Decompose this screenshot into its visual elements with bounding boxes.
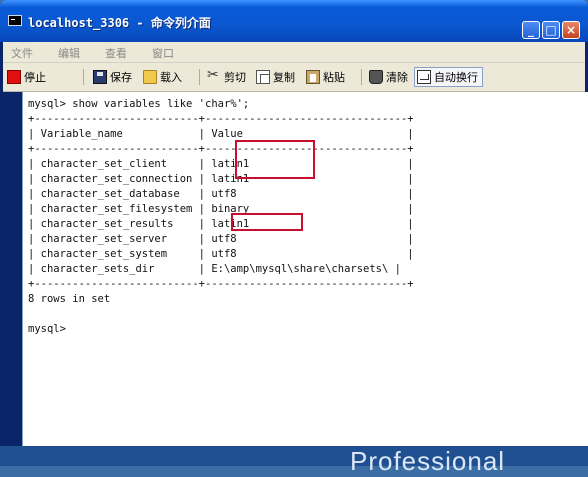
menu-view[interactable]: 查看 xyxy=(105,45,127,61)
table-header: | Variable_name | Value | xyxy=(28,128,414,140)
menu-bar: 文件 编辑 查看 窗口 xyxy=(3,42,585,63)
copy-button[interactable]: 复制 xyxy=(256,67,295,87)
clear-label: 清除 xyxy=(386,71,408,84)
prompt-line: mysql> xyxy=(28,323,66,335)
word-wrap-icon xyxy=(417,70,431,84)
table-row: | character_set_filesystem | binary | xyxy=(28,203,414,215)
save-label: 保存 xyxy=(110,71,132,84)
table-border: +--------------------------+------------… xyxy=(28,143,414,155)
toolbar-separator xyxy=(361,69,362,85)
highlight-results xyxy=(231,213,303,231)
table-row: | character_set_results | latin1 | xyxy=(28,218,414,230)
clear-button[interactable]: 清除 xyxy=(369,67,408,87)
window-title: localhost_3306 - 命令列介面 xyxy=(28,16,211,30)
table-row: | character_set_system | utf8 | xyxy=(28,248,414,260)
close-button[interactable]: × xyxy=(562,21,580,39)
desktop-watermark-text: Professional xyxy=(350,446,506,476)
highlight-client-connection xyxy=(235,140,315,179)
minimize-button[interactable]: _ xyxy=(522,21,540,39)
console-output[interactable]: mysql> show variables like 'char%'; +----… xyxy=(22,92,588,446)
table-border: +--------------------------+------------… xyxy=(28,113,414,125)
paste-button[interactable]: 粘贴 xyxy=(306,67,345,87)
console-window: localhost_3306 - 命令列介面 _ □ × 文件 编辑 查看 窗口… xyxy=(0,0,588,446)
scissors-icon xyxy=(207,67,221,84)
word-wrap-label: 自动换行 xyxy=(434,71,478,84)
summary-line: 8 rows in set xyxy=(28,293,111,305)
cut-button[interactable]: 剪切 xyxy=(207,67,246,87)
load-label: 载入 xyxy=(160,71,182,84)
table-row: | character_set_database | utf8 | xyxy=(28,188,414,200)
toolbar-separator xyxy=(199,69,200,85)
maximize-button[interactable]: □ xyxy=(542,21,560,39)
command-line: mysql> show variables like 'char%'; xyxy=(28,98,250,110)
paste-label: 粘贴 xyxy=(323,71,345,84)
copy-label: 复制 xyxy=(273,71,295,84)
left-border xyxy=(0,92,22,446)
word-wrap-toggle[interactable]: 自动换行 xyxy=(414,67,483,87)
table-row: | character_sets_dir | E:\amp\mysql\shar… xyxy=(28,263,401,275)
console-icon xyxy=(8,15,22,26)
load-button[interactable]: 载入 xyxy=(143,67,182,87)
save-icon xyxy=(93,70,107,84)
bucket-icon xyxy=(369,70,383,84)
stop-label: 停止 xyxy=(24,71,46,84)
table-border: +--------------------------+------------… xyxy=(28,278,414,290)
folder-icon xyxy=(143,70,157,84)
table-row: | character_set_client | latin1 | xyxy=(28,158,414,170)
cut-label: 剪切 xyxy=(224,71,246,84)
stop-icon xyxy=(7,70,21,84)
clipboard-icon xyxy=(306,70,320,84)
menu-window[interactable]: 窗口 xyxy=(152,45,174,61)
save-button[interactable]: 保存 xyxy=(93,67,132,87)
stop-button[interactable]: 停止 xyxy=(7,67,46,87)
table-row: | character_set_connection | latin1 | xyxy=(28,173,414,185)
console-text: mysql> show variables like 'char%'; +----… xyxy=(28,97,414,337)
toolbar: 停止 保存 载入 剪切 复制 粘贴 清除 自动换 xyxy=(3,63,585,92)
table-row: | character_set_server | utf8 | xyxy=(28,233,414,245)
copy-icon xyxy=(256,70,270,84)
menu-file[interactable]: 文件 xyxy=(11,45,33,61)
toolbar-separator xyxy=(83,69,84,85)
title-bar[interactable]: localhost_3306 - 命令列介面 _ □ × xyxy=(0,0,588,42)
menu-edit[interactable]: 编辑 xyxy=(58,45,80,61)
